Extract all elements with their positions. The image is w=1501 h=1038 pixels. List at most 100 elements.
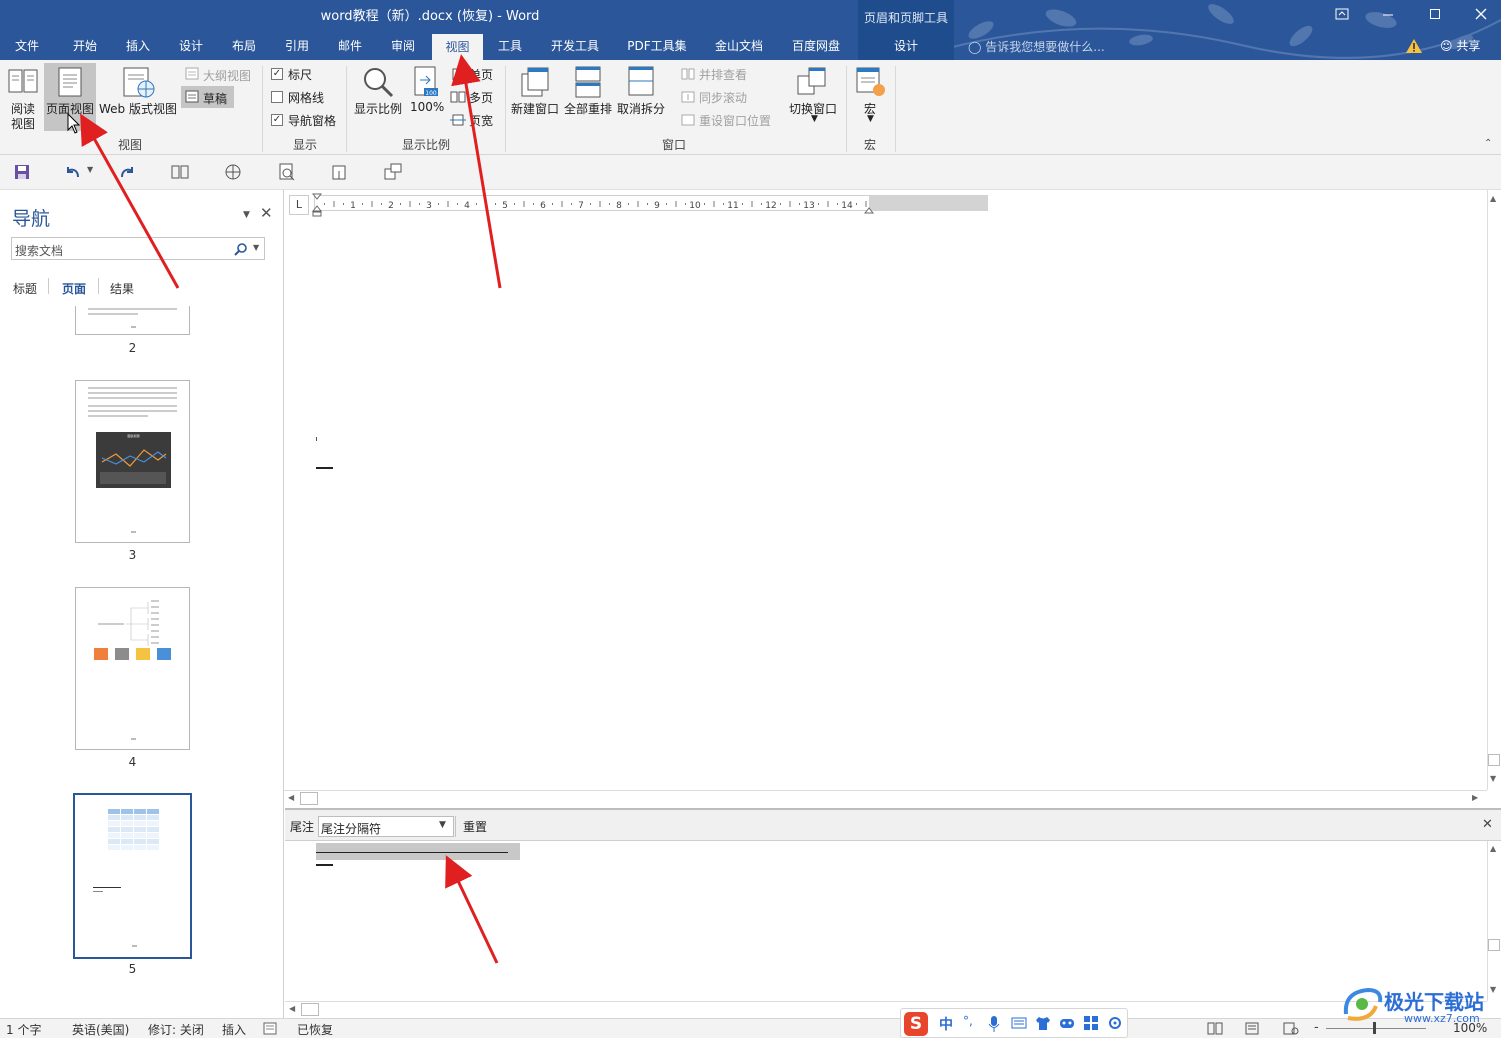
nav-tab-results[interactable]: 结果 — [110, 280, 134, 297]
tab-view[interactable]: 视图 — [432, 34, 483, 60]
tab-tools[interactable]: 工具 — [487, 34, 533, 60]
endnote-close-icon[interactable]: ✕ — [1482, 817, 1493, 832]
sogou-logo-icon[interactable]: S — [904, 1012, 928, 1036]
zoom-magnifier-icon[interactable] — [362, 66, 394, 98]
search-dropdown-icon[interactable]: ▼ — [253, 243, 259, 252]
ime-lang[interactable]: 中 — [939, 1014, 953, 1034]
read-mode-label-2[interactable]: 视图 — [11, 115, 35, 132]
endnote-type-select[interactable]: 尾注分隔符 ▼ — [318, 816, 454, 837]
track-changes-status[interactable]: 修订: 关闭 — [148, 1021, 204, 1038]
page-thumbnail-3[interactable]: 图表标题 — [75, 380, 190, 543]
ruler-checkbox[interactable]: ✓ — [271, 68, 283, 80]
scroll-up-icon[interactable]: ▲ — [1490, 844, 1496, 853]
zoom-label[interactable]: 显示比例 — [354, 100, 402, 117]
document-area[interactable]: L 1234567891011121314151617 ▲ ▼ ◀ ▶ — [284, 190, 1501, 1018]
page-thumbnail-4[interactable] — [75, 587, 190, 750]
reset-window-label[interactable]: 重设窗口位置 — [699, 112, 771, 129]
nav-tab-pages[interactable]: 页面 — [62, 280, 86, 297]
word-count[interactable]: 1 个字 — [6, 1021, 41, 1038]
tab-design[interactable]: 设计 — [168, 34, 214, 60]
new-window-label[interactable]: 新建窗口 — [511, 100, 559, 117]
tab-header-footer-design[interactable]: 设计 — [858, 37, 954, 54]
microphone-icon[interactable] — [987, 1015, 1001, 1033]
redo-icon[interactable] — [118, 164, 136, 180]
scroll-thumb[interactable] — [1488, 754, 1500, 766]
horizontal-scrollbar[interactable]: ◀ ▶ — [284, 790, 1487, 806]
page-width-label[interactable]: 页宽 — [469, 112, 493, 129]
tab-kingsoft-docs[interactable]: 金山文档 — [705, 34, 773, 60]
web-layout-label[interactable]: Web 版式视图 — [99, 100, 177, 117]
right-indent-marker[interactable] — [863, 203, 875, 214]
side-by-side-label[interactable]: 并排查看 — [699, 66, 747, 83]
remove-split-icon[interactable] — [628, 66, 654, 98]
language-status[interactable]: 英语(美国) — [72, 1021, 129, 1038]
save-icon[interactable] — [14, 164, 30, 180]
zoom-100-label[interactable]: 100% — [410, 100, 444, 114]
ime-toolbar[interactable]: S 中 °, — [900, 1008, 1128, 1038]
tab-insert[interactable]: 插入 — [115, 34, 161, 60]
undo-dropdown-icon[interactable]: ▼ — [87, 165, 93, 174]
gamepad-icon[interactable] — [1059, 1016, 1075, 1030]
scroll-thumb[interactable] — [1488, 939, 1500, 951]
nav-tab-headings[interactable]: 标题 — [13, 280, 37, 297]
endnote-separator-highlight[interactable] — [316, 843, 520, 860]
zoom-100-icon[interactable]: 100 — [412, 66, 440, 98]
tab-developer[interactable]: 开发工具 — [543, 34, 607, 60]
nav-pane-checkbox[interactable]: ✓ — [271, 114, 283, 126]
arrange-all-label[interactable]: 全部重排 — [564, 100, 612, 117]
collapse-ribbon-icon[interactable]: ⌃ — [1484, 138, 1492, 149]
tab-home[interactable]: 开始 — [62, 34, 108, 60]
chevron-down-icon[interactable]: ▼ — [811, 114, 818, 124]
print-layout-status-icon[interactable] — [1245, 1022, 1259, 1035]
remove-split-label[interactable]: 取消拆分 — [617, 100, 665, 117]
close-icon[interactable] — [1471, 6, 1491, 26]
tab-references[interactable]: 引用 — [274, 34, 320, 60]
scroll-up-icon[interactable]: ▲ — [1490, 194, 1496, 203]
customize-qat-icon[interactable] — [384, 163, 402, 181]
macro-record-icon[interactable] — [263, 1022, 277, 1035]
print-preview-icon[interactable] — [278, 163, 296, 181]
hscroll-thumb[interactable] — [301, 1003, 319, 1016]
page-thumbnail-2[interactable] — [75, 306, 190, 335]
tab-mailings[interactable]: 邮件 — [327, 34, 373, 60]
indent-marker[interactable] — [311, 193, 323, 217]
scroll-right-icon[interactable]: ▶ — [1472, 793, 1478, 802]
web-icon[interactable] — [224, 163, 242, 181]
scroll-down-icon[interactable]: ▼ — [1490, 774, 1496, 783]
endnote-horizontal-scrollbar[interactable]: ◀ — [285, 1001, 1487, 1017]
tab-stop-selector[interactable]: L — [289, 195, 309, 215]
read-mode-status-icon[interactable] — [1207, 1022, 1223, 1035]
one-page-label[interactable]: 单页 — [469, 66, 493, 83]
insert-mode-status[interactable]: 插入 — [222, 1021, 246, 1038]
warning-icon[interactable] — [1405, 38, 1423, 54]
macros-icon[interactable] — [855, 66, 885, 98]
hscroll-thumb[interactable] — [300, 792, 318, 805]
sync-scroll-label[interactable]: 同步滚动 — [699, 89, 747, 106]
reset-button[interactable]: 重置 — [463, 818, 487, 835]
tab-pdf-tools[interactable]: PDF工具集 — [620, 34, 694, 60]
side-by-side-qat-icon[interactable] — [171, 164, 189, 180]
gridlines-checkbox[interactable] — [271, 91, 283, 103]
tell-me-box[interactable]: ◯ 告诉我您想要做什么... — [968, 38, 1105, 55]
endnote-vertical-scrollbar[interactable]: ▲ ▼ — [1487, 841, 1501, 1001]
nav-close-icon[interactable]: ✕ — [260, 204, 273, 222]
tab-file[interactable]: 文件 — [4, 34, 50, 60]
chevron-down-icon[interactable]: ▼ — [439, 820, 446, 830]
zoom-out-icon[interactable]: - — [1314, 1020, 1319, 1035]
undo-icon[interactable] — [64, 164, 82, 180]
minimize-icon[interactable] — [1378, 6, 1398, 26]
tab-layout[interactable]: 布局 — [221, 34, 267, 60]
scroll-left-icon[interactable]: ◀ — [288, 793, 294, 802]
ime-punct[interactable]: °, — [963, 1014, 973, 1028]
touch-mode-icon[interactable] — [331, 163, 349, 181]
switch-windows-icon[interactable] — [797, 66, 827, 96]
page-thumbnail-5-selected[interactable] — [73, 793, 192, 959]
toolbox-grid-icon[interactable] — [1083, 1015, 1099, 1031]
tab-review[interactable]: 审阅 — [380, 34, 426, 60]
maximize-icon[interactable] — [1425, 6, 1445, 26]
keyboard-icon[interactable] — [1011, 1016, 1027, 1030]
share-button[interactable]: ☺ 共享 — [1436, 34, 1494, 58]
settings-icon[interactable] — [1107, 1015, 1123, 1031]
multi-page-label[interactable]: 多页 — [469, 89, 493, 106]
nav-options-icon[interactable]: ▼ — [243, 210, 250, 220]
